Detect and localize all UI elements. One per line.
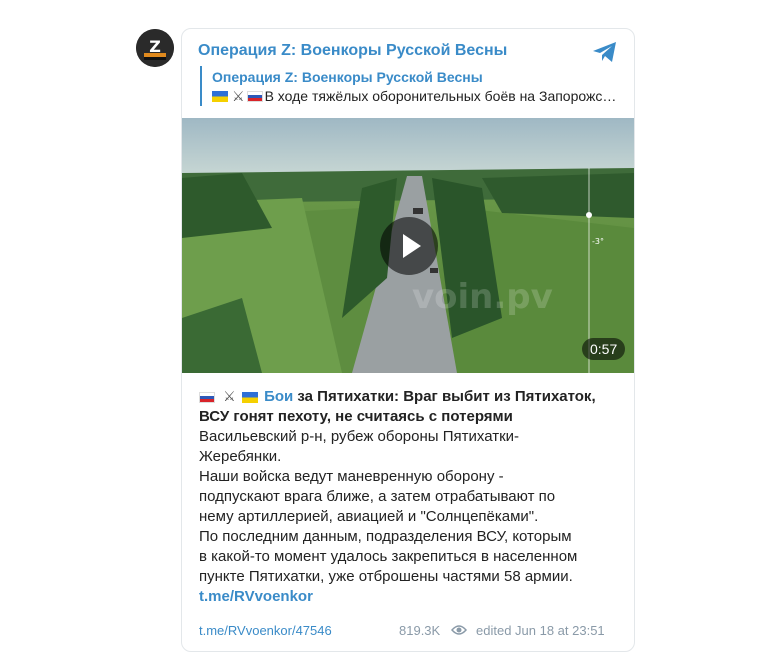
channel-avatar[interactable]: Z — [136, 29, 174, 67]
channel-name[interactable]: Операция Z: Военкоры Русской Весны — [198, 42, 507, 60]
body-line: пункте Пятихатки, уже отброшены частями … — [199, 568, 573, 585]
ukraine-flag-icon — [241, 391, 258, 403]
quote-title: Операция Z: Военкоры Русской Весны — [212, 69, 483, 85]
body-line: в какой-то момент удалось закрепиться в … — [199, 548, 578, 565]
z-logo-icon: Z — [136, 29, 174, 67]
reply-quote[interactable]: Операция Z: Военкоры Русской Весны ⚔ В х… — [200, 66, 620, 106]
body-line: нему артиллерией, авиацией и "Солнцепёка… — [199, 508, 539, 525]
headline-line-2: ВСУ гонят пехоту, не считаясь с потерями — [199, 408, 513, 425]
avatar-letter: Z — [149, 37, 161, 56]
headline-text: за Пятихатки: Враг выбит из Пятихаток, — [293, 388, 596, 405]
body-line: По последним данным, подразделения ВСУ, … — [199, 528, 572, 545]
body-line: Жеребянки. — [199, 448, 282, 465]
channel-link[interactable]: t.me/RVvoenkor — [199, 587, 619, 607]
svg-text:-3°: -3° — [592, 237, 604, 246]
view-count: 819.3K — [399, 623, 441, 638]
quote-snippet: В ходе тяжёлых оборонительных боёв на За… — [264, 88, 617, 104]
eye-icon — [451, 623, 467, 640]
body-line: Васильевский р-н, рубеж обороны Пятихатк… — [199, 428, 520, 445]
quote-text: ⚔ В ходе тяжёлых оборонительных боёв на … — [212, 86, 620, 106]
russia-flag-icon — [199, 391, 215, 403]
crossed-swords-icon: ⚔ — [223, 388, 236, 404]
body-line: подпускают врага ближе, а затем отрабаты… — [199, 488, 556, 505]
telegram-icon[interactable] — [592, 40, 618, 69]
post-text: ⚔ Бои за Пятихатки: Враг выбит из Пятиха… — [199, 386, 619, 607]
post-permalink[interactable]: t.me/RVvoenkor/47546 — [199, 623, 332, 638]
edited-timestamp: edited Jun 18 at 23:51 — [476, 623, 605, 638]
body-line: Наши войска ведут маневренную оборону - — [199, 468, 504, 485]
video-duration: 0:57 — [582, 338, 626, 360]
hashtag-link[interactable]: Бои — [264, 388, 293, 405]
headline-line-1: ⚔ Бои за Пятихатки: Враг выбит из Пятиха… — [199, 386, 619, 407]
ukraine-flag-icon — [212, 90, 228, 102]
russia-flag-icon — [246, 90, 263, 102]
crossed-swords-icon: ⚔ — [232, 88, 245, 104]
play-button[interactable] — [380, 217, 438, 275]
video-watermark: voin.pv — [412, 277, 553, 317]
